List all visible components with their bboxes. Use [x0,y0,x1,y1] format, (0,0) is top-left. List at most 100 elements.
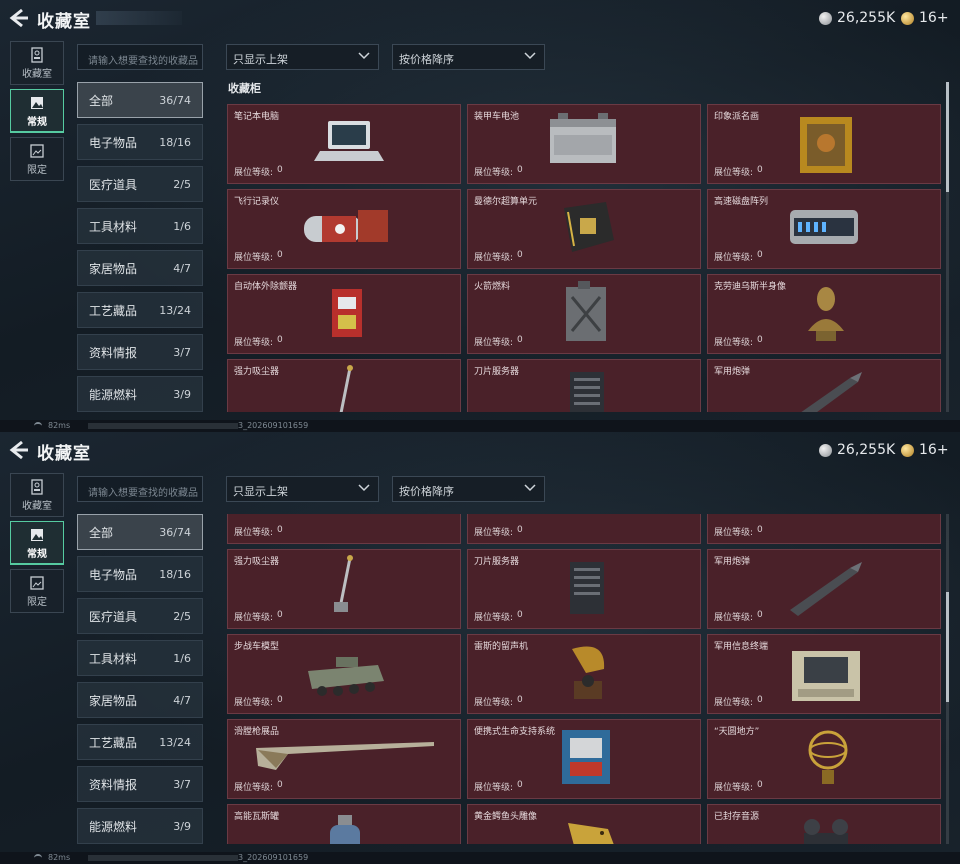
collection-item-card[interactable]: 已封存音源展位等级:0 [707,804,941,844]
booth-level-value: 0 [757,165,763,175]
collection-item-card[interactable]: 强力吸尘器展位等级:0 [227,359,461,412]
collection-item-card[interactable]: 刀片服务器展位等级:0 [467,359,701,412]
collection-item-card[interactable]: 黄金鳄鱼头雕像展位等级:0 [467,804,701,844]
collection-item-card[interactable]: 飞行记录仪展位等级: 0 [227,189,461,269]
item-name: 自动体外除颤器 [234,282,298,292]
booth-level-label: 展位等级: [474,253,514,263]
scrollbar-thumb[interactable] [946,592,949,702]
display-filter-dropdown[interactable]: 只显示上架 [226,476,379,502]
item-name: 刀片服务器 [474,557,520,567]
display-filter-dropdown[interactable]: 只显示上架 [226,44,379,70]
nav-vault[interactable]: 收藏室 [10,473,64,517]
booth-level-label: 展位等级: [234,528,274,538]
collection-item-card[interactable]: “天圆地方” 展位等级: 0 [707,719,941,799]
back-arrow-icon[interactable] [8,8,30,28]
gold-currency[interactable]: 16+ [901,9,949,27]
collection-item-card[interactable]: 滑膛枪展品 展位等级: 0 [227,719,461,799]
collection-item-card[interactable]: 克劳迪乌斯半身像 展位等级: 0 [707,274,941,354]
back-arrow-icon[interactable] [8,440,30,460]
collection-item-card[interactable]: 自动体外除颤器 展位等级: 0 [227,274,461,354]
booth-level-value: 0 [757,335,763,345]
sort-value: 按价格降序 [399,485,454,498]
booth-level: 展位等级: 0 [714,525,763,538]
collection-item-card[interactable]: 装甲车电池 展位等级: 0 [467,104,701,184]
gold-currency[interactable]: 16+ [901,441,949,459]
booth-level: 展位等级: 0 [234,250,283,263]
status-bar: 82ms 3_202609101659 [0,852,960,864]
collection-item-card[interactable]: 步战车模型 展位等级: 0 [227,634,461,714]
nav-vault[interactable]: 收藏室 [10,41,64,85]
booth-level-label: 展位等级: [474,338,514,348]
collection-item-card[interactable]: 军用信息终端 展位等级: 0 [707,634,941,714]
gold-coin-icon [901,443,914,457]
collection-item-card[interactable]: 火箭燃料 展位等级: 0 [467,274,701,354]
nav-vault-label: 收藏室 [22,69,52,80]
item-name: 曼德尔超算单元 [474,197,538,207]
booth-level-label: 展位等级: [234,253,274,263]
item-name: 军用炮弹 [714,557,751,567]
booth-level: 展位等级: 0 [234,525,283,538]
collection-item-card[interactable]: 展位等级: 0 [467,514,701,544]
booth-level: 展位等级: 0 [714,335,763,348]
item-grid: 展位等级: 0 展位等级: 0 展位等级: 0 强力吸尘器 展位等级: 0 刀片服务器 展位等级: 0… [0,514,944,844]
collection-item-card[interactable]: 曼德尔超算单元 展位等级: 0 [467,189,701,269]
collection-item-card[interactable]: 印象派名画 展位等级: 0 [707,104,941,184]
sort-dropdown[interactable]: 按价格降序 [392,476,545,502]
collection-item-card[interactable]: 展位等级: 0 [707,514,941,544]
header: 收藏室 26,255K 16+ [0,432,960,470]
booth-level-label: 展位等级: [714,528,754,538]
item-grid: 笔记本电脑 展位等级: 0 装甲车电池 展位等级: 0 印象派名画 展位等级: 0 飞行记录仪 展位… [0,104,944,412]
item-name: 步战车模型 [234,642,280,652]
booth-level: 展位等级: 0 [474,610,523,623]
booth-level-label: 展位等级: [474,168,514,178]
collection-item-card[interactable]: 高速磁盘阵列 展位等级: 0 [707,189,941,269]
chevron-down-icon [358,484,370,492]
title-decoration [96,11,182,25]
item-name: 高能瓦斯罐 [234,812,280,822]
ping-readout: 82ms [48,421,71,430]
collection-item-card[interactable]: 笔记本电脑 展位等级: 0 [227,104,461,184]
redacted-bar [88,423,238,429]
build-id: 3_202609101659 [238,421,309,430]
sort-value: 按价格降序 [399,53,454,66]
wifi-icon [34,422,42,430]
item-name: 便携式生命支持系统 [474,727,556,737]
ping-readout: 82ms [48,853,71,862]
search-input[interactable]: 请输入想要查找的收藏品 [77,476,203,502]
page-title: 收藏室 [37,12,91,32]
booth-level-label: 展位等级: [714,253,754,263]
booth-level-value: 0 [517,250,523,260]
search-input[interactable]: 请输入想要查找的收藏品 [77,44,203,70]
booth-level-label: 展位等级: [234,783,274,793]
build-id: 3_202609101659 [238,853,309,862]
booth-level-value: 0 [757,250,763,260]
booth-level: 展位等级: 0 [474,780,523,793]
booth-level-label: 展位等级: [714,783,754,793]
sort-dropdown[interactable]: 按价格降序 [392,44,545,70]
booth-level: 展位等级: 0 [474,165,523,178]
booth-level-label: 展位等级: [234,338,274,348]
scrollbar-thumb[interactable] [946,82,949,192]
collection-item-card[interactable]: 军用炮弹展位等级:0 [707,359,941,412]
booth-level: 展位等级: 0 [474,335,523,348]
booth-level-value: 0 [757,610,763,620]
chevron-down-icon [524,52,536,60]
collection-item-card[interactable]: 便携式生命支持系统 展位等级: 0 [467,719,701,799]
collection-item-card[interactable]: 军用炮弹展位等级:0 [707,549,941,629]
booth-level: 展位等级: 0 [714,780,763,793]
collection-item-card[interactable]: 展位等级: 0 [227,514,461,544]
item-name: 飞行记录仪 [234,197,280,207]
collection-item-card[interactable]: 高能瓦斯罐展位等级:0 [227,804,461,844]
item-name: 克劳迪乌斯半身像 [714,282,787,292]
booth-level-label: 展位等级: [234,613,274,623]
silver-currency: 26,255K [819,441,895,459]
header: 收藏室 26,255K 16+ [0,0,960,38]
item-name: 雷斯的留声机 [474,642,529,652]
booth-level-value: 0 [277,695,283,705]
booth-level-label: 展位等级: [714,338,754,348]
collection-item-card[interactable]: 刀片服务器展位等级:0 [467,549,701,629]
collection-item-card[interactable]: 雷斯的留声机 展位等级: 0 [467,634,701,714]
collection-item-card[interactable]: 强力吸尘器展位等级:0 [227,549,461,629]
display-filter-value: 只显示上架 [233,485,288,498]
gold-coin-icon [901,11,914,25]
